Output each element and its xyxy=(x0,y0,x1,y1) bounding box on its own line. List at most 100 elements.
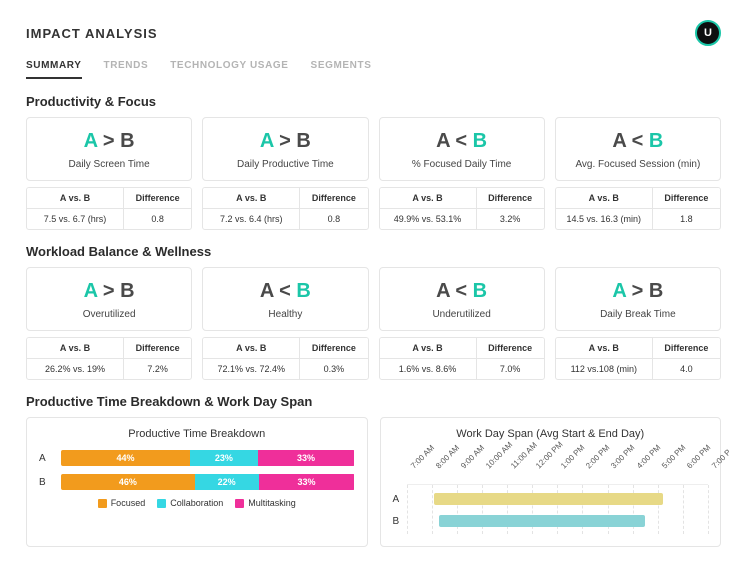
stack-row: B 46% 22% 33% xyxy=(39,474,355,490)
val-avsb: 7.5 vs. 6.7 (hrs) xyxy=(27,209,124,229)
side-a: A xyxy=(84,280,98,302)
metric-label: Avg. Focused Session (min) xyxy=(564,159,712,170)
val-diff: 0.8 xyxy=(124,209,191,229)
side-b: B xyxy=(296,280,310,302)
tab-segments[interactable]: SEGMENTS xyxy=(311,60,372,79)
side-b: B xyxy=(473,280,487,302)
metric-subtable: A vs. B Difference 72.1% vs. 72.4% 0.3% xyxy=(202,337,368,380)
avatar-letter: U xyxy=(704,27,712,39)
metric-label: Daily Productive Time xyxy=(211,159,359,170)
val-diff: 0.3% xyxy=(300,359,367,379)
metric-card: A > B Daily Break Time xyxy=(555,267,721,331)
metric-label: Healthy xyxy=(211,309,359,320)
stack-bar: 44% 23% 33% xyxy=(61,450,355,466)
side-a: A xyxy=(260,280,274,302)
val-avsb: 72.1% vs. 72.4% xyxy=(203,359,300,379)
tab-summary[interactable]: SUMMARY xyxy=(26,60,82,79)
metric-subtable: A vs. B Difference 7.2 vs. 6.4 (hrs) 0.8 xyxy=(202,187,368,230)
side-a: A xyxy=(260,130,274,152)
side-b: B xyxy=(296,130,310,152)
tick-label: 2:00 PM xyxy=(584,443,611,470)
tick-label: 6:00 PM xyxy=(685,443,712,470)
tick-label: 4:00 PM xyxy=(635,443,662,470)
val-diff: 0.8 xyxy=(300,209,367,229)
metric-label: Daily Break Time xyxy=(564,309,712,320)
charts-row: Productive Time Breakdown A 44% 23% 33% … xyxy=(26,417,721,547)
span-bar xyxy=(439,515,645,527)
stack-row: A 44% 23% 33% xyxy=(39,450,355,466)
col-diff: Difference xyxy=(477,338,544,359)
grid-line xyxy=(708,485,709,534)
comparison-badge: A < B xyxy=(211,280,359,303)
tab-trends[interactable]: TRENDS xyxy=(104,60,149,79)
legend-multitasking: Multitasking xyxy=(235,498,296,508)
val-diff: 4.0 xyxy=(653,359,720,379)
side-b: B xyxy=(473,130,487,152)
metric-card: A < B Healthy xyxy=(202,267,368,331)
seg-multitasking: 33% xyxy=(259,474,355,490)
col-avsb: A vs. B xyxy=(380,338,477,359)
col-avsb: A vs. B xyxy=(203,188,300,209)
section-title-breakdown: Productive Time Breakdown & Work Day Spa… xyxy=(26,394,721,409)
comparison-badge: A > B xyxy=(564,280,712,303)
chart-title: Work Day Span (Avg Start & End Day) xyxy=(393,428,709,440)
cards-productivity: A > BDaily Screen TimeA > B Daily Product… xyxy=(26,117,721,181)
x-axis-ticks: 7:00 AM8:00 AM9:00 AM10:00 AM11:00 AM12:… xyxy=(407,450,709,484)
side-a: A xyxy=(612,280,626,302)
page-header: IMPACT ANALYSIS U xyxy=(26,20,721,46)
comparison-badge: A < B xyxy=(388,280,536,303)
comparison-symbol: > xyxy=(626,280,649,302)
page-title: IMPACT ANALYSIS xyxy=(26,26,158,41)
val-avsb: 7.2 vs. 6.4 (hrs) xyxy=(203,209,300,229)
metric-card: A < B Avg. Focused Session (min) xyxy=(555,117,721,181)
val-avsb: 26.2% vs. 19% xyxy=(27,359,124,379)
col-avsb: A vs. B xyxy=(27,188,124,209)
tick-label: 7:00 AM xyxy=(409,443,436,470)
metric-subtable: A vs. B Difference 26.2% vs. 19% 7.2% xyxy=(26,337,192,380)
seg-collaboration: 22% xyxy=(195,474,259,490)
metric-subtable: A vs. B Difference 7.5 vs. 6.7 (hrs) 0.8 xyxy=(26,187,192,230)
col-diff: Difference xyxy=(300,188,367,209)
avatar[interactable]: U xyxy=(695,20,721,46)
metric-label: Overutilized xyxy=(35,309,183,320)
comparison-badge: A > B xyxy=(35,280,183,303)
row-label: A xyxy=(39,453,53,464)
side-a: A xyxy=(612,130,626,152)
comparison-badge: A > B xyxy=(35,130,183,153)
col-avsb: A vs. B xyxy=(556,188,653,209)
comparison-badge: A < B xyxy=(564,130,712,153)
chart-workday-span: Work Day Span (Avg Start & End Day) 7:00… xyxy=(380,417,722,547)
metric-card: A < B Underutilized xyxy=(379,267,545,331)
val-avsb: 14.5 vs. 16.3 (min) xyxy=(556,209,653,229)
col-avsb: A vs. B xyxy=(27,338,124,359)
metric-subtable: A vs. B Difference 14.5 vs. 16.3 (min) 1… xyxy=(555,187,721,230)
subrow-productivity: A vs. B Difference 7.5 vs. 6.7 (hrs) 0.8… xyxy=(26,187,721,230)
val-avsb: 49.9% vs. 53.1% xyxy=(380,209,477,229)
side-a: A xyxy=(84,130,98,152)
val-avsb: 1.6% vs. 8.6% xyxy=(380,359,477,379)
tick-label: 7:00 P xyxy=(710,448,733,471)
metric-subtable: A vs. B Difference 1.6% vs. 8.6% 7.0% xyxy=(379,337,545,380)
span-bar xyxy=(434,493,663,505)
span-row: A xyxy=(407,491,709,507)
tick-label: 9:00 AM xyxy=(459,443,486,470)
span-area: AB xyxy=(407,484,709,534)
metric-card: A > BDaily Screen Time xyxy=(26,117,192,181)
cards-wellness: A > B Overutilized A < B Healthy A < B Underu… xyxy=(26,267,721,331)
section-title-productivity: Productivity & Focus xyxy=(26,94,721,109)
tick-label: 10:00 AM xyxy=(484,440,514,470)
col-diff: Difference xyxy=(300,338,367,359)
metric-subtable: A vs. B Difference 112 vs.108 (min) 4.0 xyxy=(555,337,721,380)
legend: Focused Collaboration Multitasking xyxy=(39,498,355,508)
legend-focused: Focused xyxy=(98,498,146,508)
legend-collaboration: Collaboration xyxy=(157,498,223,508)
val-diff: 7.2% xyxy=(124,359,191,379)
metric-card: A > BDaily Productive Time xyxy=(202,117,368,181)
seg-collaboration: 23% xyxy=(190,450,258,466)
side-b: B xyxy=(649,280,663,302)
metric-card: A > B Overutilized xyxy=(26,267,192,331)
val-diff: 1.8 xyxy=(653,209,720,229)
tab-technology-usage[interactable]: TECHNOLOGY USAGE xyxy=(170,60,288,79)
metric-label: Underutilized xyxy=(388,309,536,320)
side-b: B xyxy=(649,130,663,152)
